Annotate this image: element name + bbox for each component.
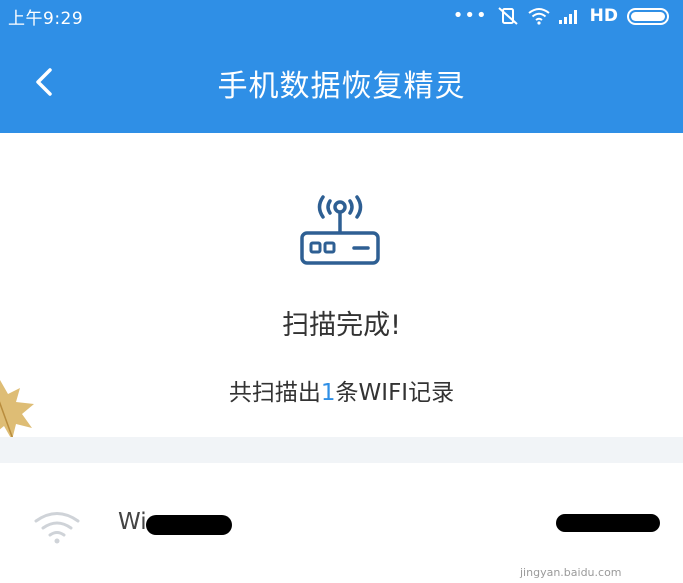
section-divider: [0, 437, 683, 463]
wifi-signal-icon: [528, 8, 550, 25]
wifi-router-icon: [300, 195, 380, 265]
record-count: 1: [320, 380, 336, 406]
network-type-label: HD: [589, 6, 618, 26]
page-title: 手机数据恢复精灵: [217, 68, 466, 104]
wifi-icon: [34, 512, 80, 544]
wifi-record-row[interactable]: Wi: [0, 463, 683, 583]
wifi-password-redacted: [556, 511, 660, 535]
back-button[interactable]: [24, 60, 64, 104]
summary-prefix: 共扫描出: [228, 380, 321, 406]
vibrate-off-icon: [497, 7, 518, 25]
battery-icon: [627, 7, 669, 25]
app-bar: 手机数据恢复精灵: [0, 32, 683, 133]
scan-result-card: 扫描完成! 共扫描出1条WIFI记录: [0, 133, 683, 437]
status-bar: 上午9:29 ••• HD: [0, 0, 683, 32]
summary-suffix: 条WIFI记录: [335, 380, 455, 406]
scan-complete-title: 扫描完成!: [282, 310, 401, 341]
status-icons: ••• HD: [453, 6, 669, 26]
scan-summary: 共扫描出1条WIFI记录: [0, 373, 683, 407]
chevron-left-icon: [36, 68, 52, 96]
wifi-name: Wi: [118, 509, 231, 535]
watermark: jingyan.baidu.com: [520, 566, 622, 579]
status-time: 上午9:29: [8, 8, 84, 29]
more-dots-icon: •••: [452, 5, 488, 26]
cell-signal-icon: [558, 10, 577, 24]
